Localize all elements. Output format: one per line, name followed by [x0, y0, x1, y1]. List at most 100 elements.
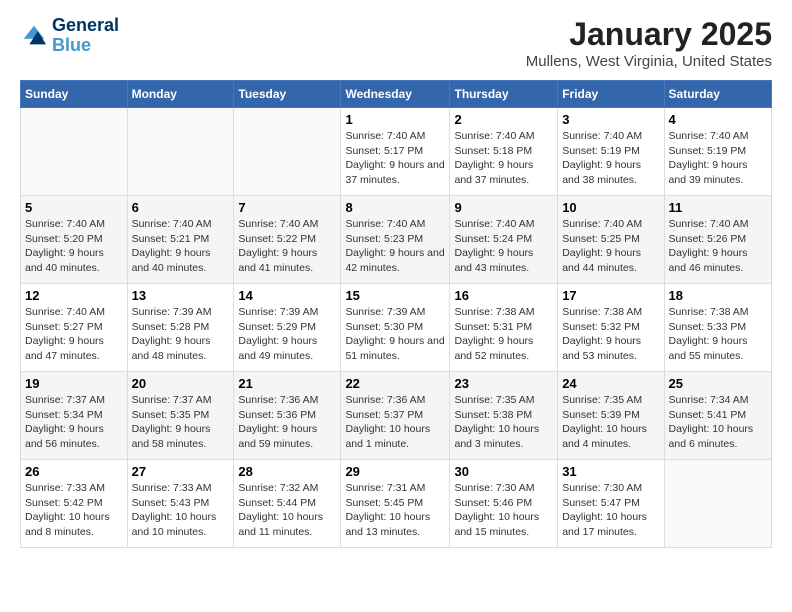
day-info: Sunrise: 7:40 AM Sunset: 5:23 PM Dayligh…	[345, 217, 445, 276]
subtitle: Mullens, West Virginia, United States	[526, 53, 772, 70]
day-number: 4	[669, 112, 767, 127]
day-info: Sunrise: 7:39 AM Sunset: 5:30 PM Dayligh…	[345, 305, 445, 364]
week-row-2: 12Sunrise: 7:40 AM Sunset: 5:27 PM Dayli…	[21, 284, 772, 372]
day-info: Sunrise: 7:40 AM Sunset: 5:21 PM Dayligh…	[132, 217, 230, 276]
day-info: Sunrise: 7:40 AM Sunset: 5:18 PM Dayligh…	[454, 129, 553, 188]
day-number: 17	[562, 288, 659, 303]
calendar-table: SundayMondayTuesdayWednesdayThursdayFrid…	[20, 80, 772, 548]
day-number: 30	[454, 464, 553, 479]
logo: General Blue	[20, 16, 119, 56]
day-header-tuesday: Tuesday	[234, 81, 341, 108]
day-header-sunday: Sunday	[21, 81, 128, 108]
calendar-cell	[234, 108, 341, 196]
day-info: Sunrise: 7:30 AM Sunset: 5:46 PM Dayligh…	[454, 481, 553, 540]
calendar-cell: 25 Sunrise: 7:34 AM Sunset: 5:41 PM Dayli…	[664, 372, 771, 460]
day-number: 2	[454, 112, 553, 127]
calendar-cell: 29Sunrise: 7:31 AM Sunset: 5:45 PM Dayli…	[341, 460, 450, 548]
day-info: Sunrise: 7:40 AM Sunset: 5:22 PM Dayligh…	[238, 217, 336, 276]
calendar-cell: 27Sunrise: 7:33 AM Sunset: 5:43 PM Dayli…	[127, 460, 234, 548]
day-info: Sunrise: 7:34 AM Sunset: 5:41 PM Dayligh…	[669, 393, 767, 452]
calendar-cell: 14 Sunrise: 7:39 AM Sunset: 5:29 PM Dayli…	[234, 284, 341, 372]
day-info: Sunrise: 7:39 AM Sunset: 5:29 PM Dayligh…	[238, 305, 336, 364]
calendar-cell	[664, 460, 771, 548]
day-number: 21	[238, 376, 336, 391]
day-info: Sunrise: 7:37 AM Sunset: 5:34 PM Dayligh…	[25, 393, 123, 452]
day-number: 26	[25, 464, 123, 479]
calendar-cell: 3 Sunrise: 7:40 AM Sunset: 5:19 PM Daylig…	[558, 108, 664, 196]
day-number: 20	[132, 376, 230, 391]
day-info: Sunrise: 7:30 AM Sunset: 5:47 PM Dayligh…	[562, 481, 659, 540]
day-header-wednesday: Wednesday	[341, 81, 450, 108]
day-header-monday: Monday	[127, 81, 234, 108]
day-number: 11	[669, 200, 767, 215]
day-number: 9	[454, 200, 553, 215]
day-info: Sunrise: 7:40 AM Sunset: 5:19 PM Dayligh…	[669, 129, 767, 188]
week-row-3: 19Sunrise: 7:37 AM Sunset: 5:34 PM Dayli…	[21, 372, 772, 460]
calendar-cell: 4 Sunrise: 7:40 AM Sunset: 5:19 PM Daylig…	[664, 108, 771, 196]
calendar-cell: 18Sunrise: 7:38 AM Sunset: 5:33 PM Dayli…	[664, 284, 771, 372]
day-number: 13	[132, 288, 230, 303]
calendar-cell: 6Sunrise: 7:40 AM Sunset: 5:21 PM Daylig…	[127, 196, 234, 284]
day-info: Sunrise: 7:36 AM Sunset: 5:36 PM Dayligh…	[238, 393, 336, 452]
day-number: 23	[454, 376, 553, 391]
calendar-cell: 13 Sunrise: 7:39 AM Sunset: 5:28 PM Dayli…	[127, 284, 234, 372]
day-info: Sunrise: 7:37 AM Sunset: 5:35 PM Dayligh…	[132, 393, 230, 452]
calendar-cell	[127, 108, 234, 196]
day-number: 8	[345, 200, 445, 215]
calendar-cell: 10 Sunrise: 7:40 AM Sunset: 5:25 PM Dayli…	[558, 196, 664, 284]
calendar-cell: 30 Sunrise: 7:30 AM Sunset: 5:46 PM Dayli…	[450, 460, 558, 548]
calendar-cell: 23 Sunrise: 7:35 AM Sunset: 5:38 PM Dayli…	[450, 372, 558, 460]
day-info: Sunrise: 7:40 AM Sunset: 5:27 PM Dayligh…	[25, 305, 123, 364]
day-number: 22	[345, 376, 445, 391]
day-info: Sunrise: 7:40 AM Sunset: 5:26 PM Dayligh…	[669, 217, 767, 276]
day-info: Sunrise: 7:33 AM Sunset: 5:42 PM Dayligh…	[25, 481, 123, 540]
calendar-cell: 12Sunrise: 7:40 AM Sunset: 5:27 PM Dayli…	[21, 284, 128, 372]
day-header-saturday: Saturday	[664, 81, 771, 108]
header: General Blue January 2025 Mullens, West …	[20, 16, 772, 70]
day-number: 3	[562, 112, 659, 127]
logo-text: General Blue	[52, 16, 119, 56]
day-number: 5	[25, 200, 123, 215]
day-number: 15	[345, 288, 445, 303]
day-info: Sunrise: 7:31 AM Sunset: 5:45 PM Dayligh…	[345, 481, 445, 540]
day-number: 25	[669, 376, 767, 391]
calendar-cell: 2 Sunrise: 7:40 AM Sunset: 5:18 PM Daylig…	[450, 108, 558, 196]
day-number: 10	[562, 200, 659, 215]
day-info: Sunrise: 7:35 AM Sunset: 5:38 PM Dayligh…	[454, 393, 553, 452]
calendar-cell: 7 Sunrise: 7:40 AM Sunset: 5:22 PM Daylig…	[234, 196, 341, 284]
day-info: Sunrise: 7:33 AM Sunset: 5:43 PM Dayligh…	[132, 481, 230, 540]
day-header-friday: Friday	[558, 81, 664, 108]
day-info: Sunrise: 7:35 AM Sunset: 5:39 PM Dayligh…	[562, 393, 659, 452]
calendar-cell	[21, 108, 128, 196]
week-row-1: 5Sunrise: 7:40 AM Sunset: 5:20 PM Daylig…	[21, 196, 772, 284]
day-number: 31	[562, 464, 659, 479]
calendar-cell: 26 Sunrise: 7:33 AM Sunset: 5:42 PM Dayli…	[21, 460, 128, 548]
day-number: 14	[238, 288, 336, 303]
calendar-cell: 8 Sunrise: 7:40 AM Sunset: 5:23 PM Daylig…	[341, 196, 450, 284]
calendar-cell: 24 Sunrise: 7:35 AM Sunset: 5:39 PM Dayli…	[558, 372, 664, 460]
calendar-cell: 22 Sunrise: 7:36 AM Sunset: 5:37 PM Dayli…	[341, 372, 450, 460]
day-info: Sunrise: 7:38 AM Sunset: 5:33 PM Dayligh…	[669, 305, 767, 364]
day-number: 16	[454, 288, 553, 303]
day-info: Sunrise: 7:32 AM Sunset: 5:44 PM Dayligh…	[238, 481, 336, 540]
day-number: 24	[562, 376, 659, 391]
day-info: Sunrise: 7:40 AM Sunset: 5:19 PM Dayligh…	[562, 129, 659, 188]
day-info: Sunrise: 7:39 AM Sunset: 5:28 PM Dayligh…	[132, 305, 230, 364]
calendar-cell: 28Sunrise: 7:32 AM Sunset: 5:44 PM Dayli…	[234, 460, 341, 548]
calendar-cell: 9 Sunrise: 7:40 AM Sunset: 5:24 PM Daylig…	[450, 196, 558, 284]
day-info: Sunrise: 7:40 AM Sunset: 5:17 PM Dayligh…	[345, 129, 445, 188]
week-row-4: 26 Sunrise: 7:33 AM Sunset: 5:42 PM Dayli…	[21, 460, 772, 548]
day-number: 7	[238, 200, 336, 215]
day-info: Sunrise: 7:36 AM Sunset: 5:37 PM Dayligh…	[345, 393, 445, 452]
calendar-cell: 31 Sunrise: 7:30 AM Sunset: 5:47 PM Dayli…	[558, 460, 664, 548]
calendar-cell: 5Sunrise: 7:40 AM Sunset: 5:20 PM Daylig…	[21, 196, 128, 284]
logo-icon	[20, 22, 48, 50]
day-info: Sunrise: 7:40 AM Sunset: 5:25 PM Dayligh…	[562, 217, 659, 276]
main-title: January 2025	[526, 16, 772, 53]
calendar-cell: 16 Sunrise: 7:38 AM Sunset: 5:31 PM Dayli…	[450, 284, 558, 372]
calendar-cell: 11 Sunrise: 7:40 AM Sunset: 5:26 PM Dayli…	[664, 196, 771, 284]
day-info: Sunrise: 7:38 AM Sunset: 5:31 PM Dayligh…	[454, 305, 553, 364]
day-header-thursday: Thursday	[450, 81, 558, 108]
day-info: Sunrise: 7:40 AM Sunset: 5:24 PM Dayligh…	[454, 217, 553, 276]
calendar-cell: 15 Sunrise: 7:39 AM Sunset: 5:30 PM Dayli…	[341, 284, 450, 372]
